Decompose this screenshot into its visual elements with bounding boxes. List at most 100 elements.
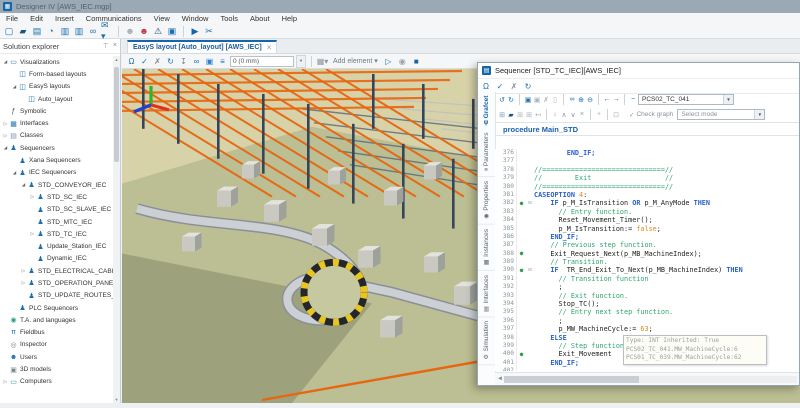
- paste-icon[interactable]: ▣: [533, 94, 541, 106]
- tab-easys-layout[interactable]: EasyS layout [Auto_layout] [AWS_IEC] ×: [127, 40, 277, 53]
- online-user-icon[interactable]: ☻: [124, 25, 136, 38]
- forward-icon[interactable]: →: [612, 94, 620, 106]
- offline-user-icon[interactable]: ☻: [138, 25, 150, 38]
- menu-about[interactable]: About: [244, 14, 276, 23]
- tree-item-classes[interactable]: ▷▤Classes: [0, 130, 113, 142]
- comment-icon[interactable]: ✉▾: [101, 25, 113, 38]
- breakpoint-icon[interactable]: ●: [517, 352, 526, 358]
- tree-item-std-conveyor-iec[interactable]: ◢♟STD_CONVEYOR_IEC: [0, 179, 113, 191]
- tree-item-fieldbus[interactable]: πFieldbus: [0, 327, 113, 339]
- tree-item-std-update-routes-iec[interactable]: ♟STD_UPDATE_ROUTES_IEC: [0, 290, 113, 302]
- tree-item-std-operation-pane-[interactable]: ▷♟STD_OPERATION_PANE...: [0, 277, 113, 289]
- code-line-382[interactable]: 382●⊟ IF p_M_IsTransition OR p_M_AnyMode…: [495, 199, 799, 207]
- scroll-track[interactable]: [504, 376, 797, 383]
- redo-icon[interactable]: ↻: [507, 94, 515, 106]
- tree-item-symbolic[interactable]: ƒSymbolic: [0, 105, 113, 117]
- tree-item-std-sc-slave-iec[interactable]: ♟STD_SC_SLAVE_IEC: [0, 204, 113, 216]
- monitors-icon[interactable]: ▣: [166, 25, 178, 38]
- tree-item-std-tc-iec[interactable]: ▷♟STD_TC_IEC: [0, 228, 113, 240]
- tree-item-users[interactable]: ☻Users: [0, 351, 113, 363]
- code-line-396[interactable]: 396 ;: [495, 317, 799, 325]
- tree-item-form-based-layouts[interactable]: ◫Form-based layouts: [0, 68, 113, 80]
- lock-icon[interactable]: Ω: [481, 80, 491, 92]
- collapse-icon[interactable]: −: [629, 94, 637, 106]
- code-line-377[interactable]: 377: [495, 157, 799, 165]
- side-tab-interfaces[interactable]: ▤Interfaces: [478, 271, 495, 318]
- pin-icon[interactable]: ⊤: [103, 42, 109, 50]
- pan-icon[interactable]: +: [595, 109, 603, 121]
- record-icon[interactable]: ◉: [397, 55, 408, 67]
- scroll-left-icon[interactable]: ◄: [497, 376, 504, 382]
- tree-item-plc-sequencers[interactable]: ♟PLC Sequencers: [0, 302, 113, 314]
- trash-icon[interactable]: ▯: [551, 94, 559, 106]
- new-project-icon[interactable]: ▢: [3, 25, 15, 38]
- tree-item-3d-models[interactable]: ▣3D models: [0, 363, 113, 375]
- collapse-icon[interactable]: ◢: [2, 59, 9, 65]
- copy-icon[interactable]: ▣: [524, 94, 532, 106]
- explorer-scrollbar[interactable]: ▲ ▼: [113, 56, 120, 403]
- collapse-icon[interactable]: ◢: [11, 84, 18, 90]
- dimension-dropdown-icon[interactable]: ▾: [296, 55, 306, 68]
- expand-icon[interactable]: ▷: [29, 194, 36, 200]
- collapse-icon[interactable]: ◢: [20, 182, 27, 188]
- tree-item-sequencers[interactable]: ◢♟Sequencers: [0, 142, 113, 154]
- add-step-icon[interactable]: ⊞: [498, 109, 506, 121]
- import-icon[interactable]: ↧: [178, 55, 189, 67]
- palette-icon[interactable]: ▣: [204, 55, 215, 67]
- close-icon[interactable]: ×: [113, 42, 117, 50]
- code-line-395[interactable]: 395 // Entry next step function.: [495, 308, 799, 316]
- find-icon[interactable]: ∞: [568, 94, 576, 106]
- alarms-icon[interactable]: ⚠: [152, 25, 164, 38]
- menu-help[interactable]: Help: [276, 14, 303, 23]
- code-line-383[interactable]: 383 // Entry function.: [495, 208, 799, 216]
- table-layout-icon[interactable]: ▥: [73, 25, 85, 38]
- breakpoint-icon[interactable]: ●: [517, 268, 526, 274]
- code-line-386[interactable]: 386 END_IF;: [495, 233, 799, 241]
- breakpoint-icon[interactable]: ●: [517, 201, 526, 207]
- chevron-down-icon[interactable]: ▼: [754, 110, 764, 119]
- expand-icon[interactable]: ▷: [2, 133, 9, 139]
- code-horizontal-scrollbar[interactable]: ◄: [495, 372, 799, 385]
- back-icon[interactable]: ←: [603, 94, 611, 106]
- tree-item-update-station-iec[interactable]: ♟Update_Station_IEC: [0, 240, 113, 252]
- code-line-388[interactable]: 388● Exit_Request_Next(p_MB_MachineIndex…: [495, 250, 799, 258]
- tree-item-visualizations[interactable]: ◢▭Visualizations: [0, 56, 113, 68]
- menu-view[interactable]: View: [148, 14, 176, 23]
- delete-icon[interactable]: ✗: [542, 94, 550, 106]
- code-line-381[interactable]: 381CASEOPTION 4:: [495, 191, 799, 199]
- undo-icon[interactable]: ↺: [498, 94, 506, 106]
- cancel-icon[interactable]: ✗: [152, 55, 163, 67]
- menu-edit[interactable]: Edit: [24, 14, 49, 23]
- select-icon[interactable]: ⊡: [612, 109, 620, 121]
- tree-item-auto-layout[interactable]: ◫Auto_layout: [0, 93, 113, 105]
- collapse-icon[interactable]: ◢: [11, 170, 18, 176]
- code-line-390[interactable]: 390●⊟ IF TR_End_Exit_To_Next(p_MB_Machin…: [495, 266, 799, 274]
- code-line-389[interactable]: 389 // Transition.: [495, 258, 799, 266]
- side-tab-properties[interactable]: ◉Properties: [478, 177, 495, 225]
- snap-icon[interactable]: ▦▾: [317, 55, 328, 67]
- tree-item-std-sc-iec[interactable]: ▷♟STD_SC_IEC: [0, 191, 113, 203]
- expand-icon[interactable]: ▷: [2, 121, 9, 127]
- folder-icon[interactable]: ▰: [507, 109, 515, 121]
- link-down-icon[interactable]: ↓: [551, 109, 559, 121]
- tree-item-xana-sequencers[interactable]: ♟Xana Sequencers: [0, 154, 113, 166]
- start-icon[interactable]: ▶: [189, 25, 201, 38]
- code-line-387[interactable]: 387 // Previous step function.: [495, 241, 799, 249]
- chevron-down-icon[interactable]: ▼: [723, 95, 733, 104]
- code-line-378[interactable]: 378//==============================//: [495, 166, 799, 174]
- confirm-icon[interactable]: ✓: [495, 80, 505, 92]
- form-layout-icon[interactable]: ▥: [59, 25, 71, 38]
- code-line-380[interactable]: 380//==============================//: [495, 183, 799, 191]
- check-graph-button[interactable]: ✓ Check graph: [629, 111, 673, 119]
- zoom-out-icon[interactable]: ⊖: [586, 94, 594, 106]
- code-line-385[interactable]: 385 p_M_IsTransition:= false;: [495, 225, 799, 233]
- code-line-391[interactable]: 391 // Transition function: [495, 275, 799, 283]
- tree-item-t-a-and-languages[interactable]: ◉T.A. and languages: [0, 314, 113, 326]
- add-macro-step-icon[interactable]: ⊞: [516, 109, 524, 121]
- open-project-icon[interactable]: ▰: [17, 25, 29, 38]
- side-tab-parameters[interactable]: ≡Parameters: [478, 129, 495, 177]
- menu-tools[interactable]: Tools: [214, 14, 244, 23]
- menu-window[interactable]: Window: [176, 14, 215, 23]
- menu-insert[interactable]: Insert: [49, 14, 80, 23]
- recent-icon[interactable]: ◔: [45, 25, 57, 38]
